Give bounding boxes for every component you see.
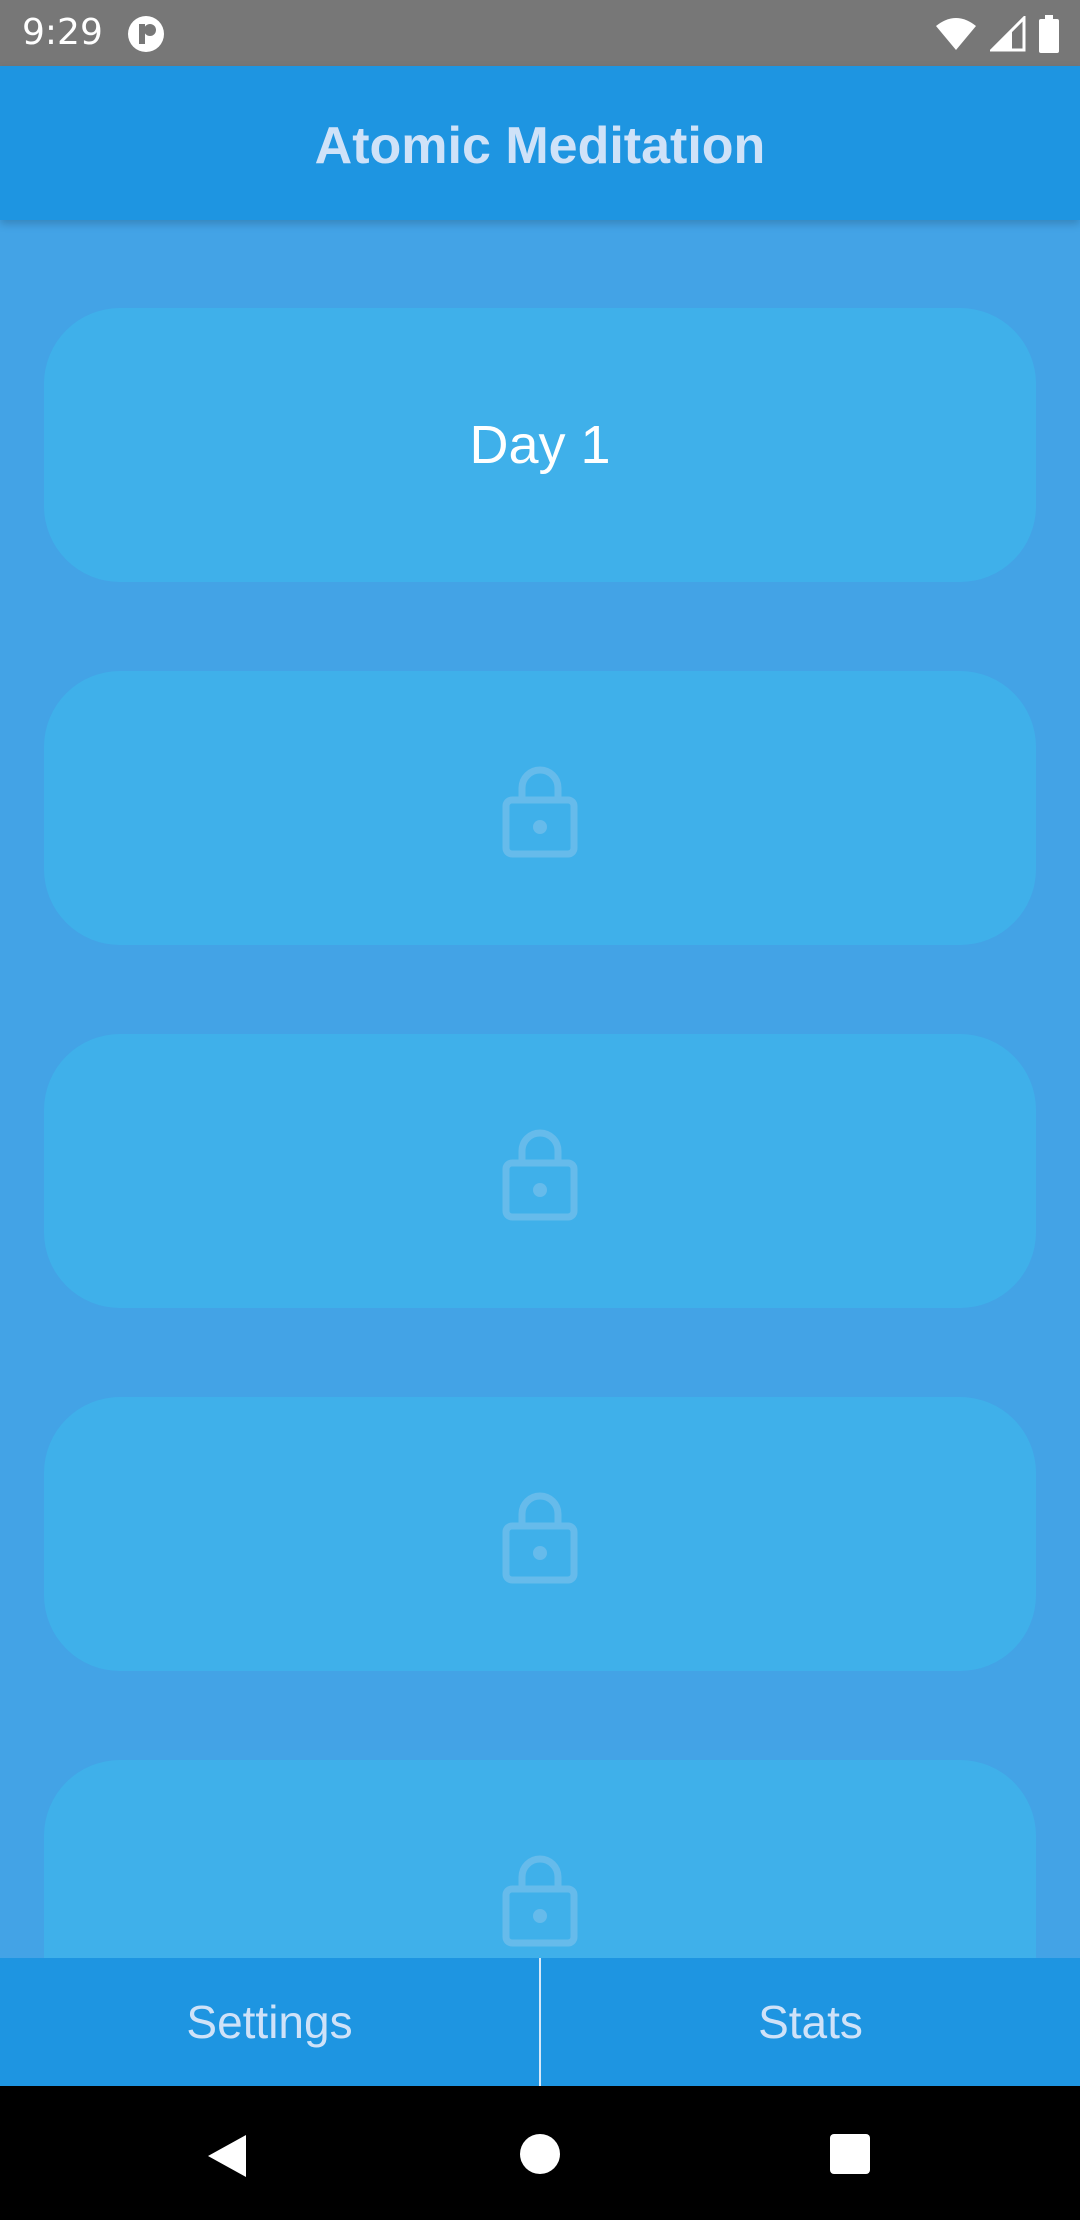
- lock-icon: [502, 1129, 578, 1221]
- day-card-locked[interactable]: [44, 1760, 1036, 1958]
- bottom-nav: Settings Stats: [0, 1958, 1080, 2086]
- lock-icon: [502, 766, 578, 858]
- day-label: Day 1: [469, 415, 611, 475]
- home-icon[interactable]: [519, 2133, 561, 2175]
- status-time: 9:29: [22, 12, 103, 53]
- system-nav-bar: [0, 2086, 1080, 2220]
- recents-icon[interactable]: [829, 2133, 871, 2175]
- day-card-locked[interactable]: [44, 671, 1036, 945]
- settings-button[interactable]: Settings: [0, 1958, 539, 2086]
- stats-button[interactable]: Stats: [541, 1958, 1080, 2086]
- lock-icon: [502, 1855, 578, 1947]
- lock-icon: [502, 1492, 578, 1584]
- app-notification-icon: [128, 16, 164, 52]
- day-card-1[interactable]: Day 1: [44, 308, 1036, 582]
- back-icon[interactable]: [204, 2133, 250, 2179]
- day-list[interactable]: Day 1: [0, 220, 1080, 1958]
- status-bar: 9:29: [0, 0, 1080, 66]
- day-card-locked[interactable]: [44, 1397, 1036, 1671]
- app-title: Atomic Meditation: [314, 117, 766, 175]
- battery-icon: [1039, 15, 1059, 53]
- day-card-locked[interactable]: [44, 1034, 1036, 1308]
- signal-icon: [990, 16, 1026, 52]
- wifi-icon: [936, 18, 976, 50]
- app-bar: Atomic Meditation: [0, 66, 1080, 220]
